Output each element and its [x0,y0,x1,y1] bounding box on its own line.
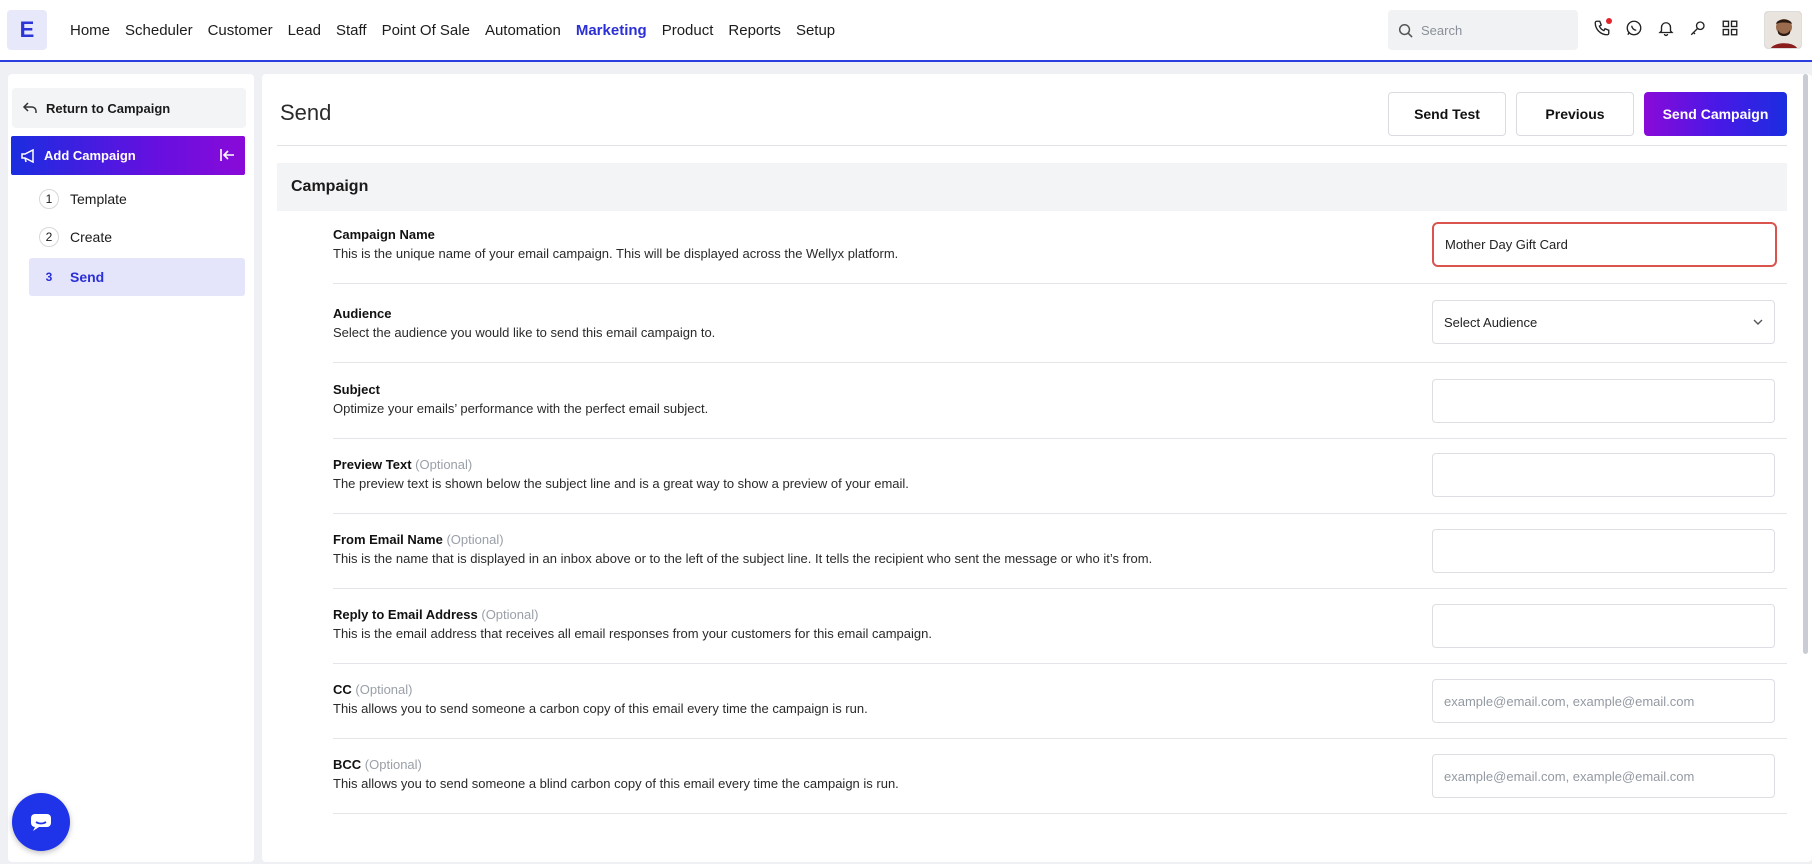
page-title: Send [280,100,332,125]
field-row-subject: Subject Optimize your emails’ performanc… [333,363,1787,439]
header-divider [277,145,1787,146]
optional-tag: (Optional) [481,607,539,622]
step-label: Send [70,269,105,285]
field-row-audience: Audience Select the audience you would l… [333,284,1787,363]
key-icon[interactable] [1688,18,1708,38]
megaphone-icon [21,148,34,163]
field-description: This is the name that is displayed in an… [333,551,1153,566]
field-description: Select the audience you would like to se… [333,325,716,340]
field-label: Campaign Name [333,227,435,242]
add-campaign-label: Add Campaign [44,148,136,163]
field-row-bcc: BCC (Optional) This allows you to send s… [333,739,1787,814]
audience-selected-value: Select Audience [1444,314,1538,330]
nav-scheduler[interactable]: Scheduler [125,22,193,39]
cc-input[interactable]: example@email.com, example@email.com [1432,679,1775,723]
notification-dot [1606,18,1612,24]
field-description: This allows you to send someone a blind … [333,776,899,791]
field-description: This allows you to send someone a carbon… [333,701,868,716]
bell-icon[interactable] [1656,18,1676,38]
step-number: 1 [39,189,59,209]
field-label: Audience [333,306,392,321]
label-text: Preview Text [333,457,412,472]
optional-tag: (Optional) [446,532,504,547]
step-template[interactable]: 1 Template [29,180,245,218]
label-text: Audience [333,306,392,321]
step-number: 2 [39,227,59,247]
audience-select[interactable]: Select Audience [1432,300,1775,344]
nav-point-of-sale[interactable]: Point Of Sale [382,22,470,39]
field-description: This is the unique name of your email ca… [333,246,899,261]
field-description: The preview text is shown below the subj… [333,476,909,491]
chat-support-button[interactable] [12,793,70,851]
bcc-input[interactable]: example@email.com, example@email.com [1432,754,1775,798]
field-row-reply-to: Reply to Email Address (Optional) This i… [333,589,1787,664]
step-number: 3 [45,270,53,284]
nav-staff[interactable]: Staff [336,22,367,39]
label-text: BCC [333,757,362,772]
field-label: Reply to Email Address (Optional) [333,607,538,622]
label-text: Campaign Name [333,227,435,242]
field-label: From Email Name (Optional) [333,532,504,547]
previous-button[interactable]: Previous [1516,92,1634,136]
search-placeholder: Search [1421,22,1463,38]
scrollbar[interactable] [1803,74,1808,654]
search-input[interactable]: Search [1388,10,1578,50]
return-label: Return to Campaign [46,100,171,116]
top-navbar: E Home Scheduler Customer Lead Staff Poi… [0,0,1812,62]
field-description: This is the email address that receives … [333,626,932,641]
field-row-from-email-name: From Email Name (Optional) This is the n… [333,514,1787,589]
optional-tag: (Optional) [355,682,413,697]
phone-icon[interactable] [1592,18,1612,38]
step-create[interactable]: 2 Create [29,218,245,256]
back-arrow-icon [22,102,37,113]
step-send[interactable]: 3 Send [29,258,245,296]
chat-icon [31,814,51,831]
label-text: Subject [333,382,380,397]
label-text: Reply to Email Address [333,607,478,622]
step-label: Template [70,191,127,207]
preview-text-input[interactable] [1432,453,1775,497]
reply-to-email-input[interactable] [1432,604,1775,648]
field-label: Subject [333,382,380,397]
nav-automation[interactable]: Automation [485,22,561,39]
label-text: CC [333,682,352,697]
field-label: Preview Text (Optional) [333,457,472,472]
collapse-sidebar-icon[interactable] [219,148,235,162]
search-icon [1398,23,1413,38]
top-icons [1592,18,1740,38]
send-test-button[interactable]: Send Test [1388,92,1506,136]
field-row-campaign-name: Campaign Name This is the unique name of… [333,211,1787,284]
optional-tag: (Optional) [415,457,473,472]
nav-reports[interactable]: Reports [728,22,781,39]
field-label: BCC (Optional) [333,757,422,772]
apps-grid-icon[interactable] [1720,18,1740,38]
nav-customer[interactable]: Customer [208,22,273,39]
return-to-campaign-button[interactable]: Return to Campaign [12,88,246,128]
optional-tag: (Optional) [364,757,422,772]
label-text: From Email Name [333,532,443,547]
nav-marketing[interactable]: Marketing [576,22,647,39]
from-email-name-input[interactable] [1432,529,1775,573]
field-row-preview-text: Preview Text (Optional) The preview text… [333,439,1787,514]
field-description: Optimize your emails’ performance with t… [333,401,709,416]
app-logo[interactable]: E [7,10,47,50]
field-label: CC (Optional) [333,682,412,697]
campaign-name-input[interactable]: Mother Day Gift Card [1432,222,1777,267]
campaign-sidebar: Return to Campaign Add Campaign 1 Templa… [8,74,254,862]
nav-setup[interactable]: Setup [796,22,835,39]
nav-product[interactable]: Product [662,22,714,39]
field-row-cc: CC (Optional) This allows you to send so… [333,664,1787,739]
chevron-down-icon [1753,319,1763,325]
main-nav: Home Scheduler Customer Lead Staff Point… [70,22,850,39]
nav-home[interactable]: Home [70,22,110,39]
send-campaign-button[interactable]: Send Campaign [1644,92,1787,136]
subject-input[interactable] [1432,379,1775,423]
step-label: Create [70,229,113,245]
nav-lead[interactable]: Lead [288,22,321,39]
add-campaign-header: Add Campaign [11,136,245,175]
user-avatar[interactable] [1764,11,1802,49]
section-campaign: Campaign [277,163,1787,211]
whatsapp-icon[interactable] [1624,18,1644,38]
